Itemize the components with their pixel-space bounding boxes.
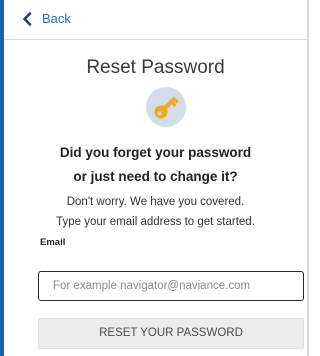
- key-icon: [146, 87, 186, 127]
- info-line-2: Type your email address to get started.: [56, 216, 255, 228]
- info-line-1: Don't worry. We have you covered.: [66, 196, 245, 208]
- back-label: Back: [42, 11, 71, 26]
- page-title: Reset Password: [86, 57, 225, 78]
- reset-password-button[interactable]: RESET YOUR PASSWORD: [38, 318, 304, 349]
- reset-password-page: Back Reset Password Did you forget your …: [0, 0, 309, 356]
- scroll-edge: [307, 0, 309, 356]
- chevron-left-icon: [22, 12, 32, 26]
- top-bar: Back: [4, 0, 307, 40]
- question-line-1: Did you forget your password: [59, 145, 252, 160]
- email-field[interactable]: [38, 271, 304, 301]
- question-line-2: or just need to change it?: [73, 169, 238, 184]
- email-label: Email: [40, 237, 66, 248]
- back-link[interactable]: Back: [22, 11, 71, 27]
